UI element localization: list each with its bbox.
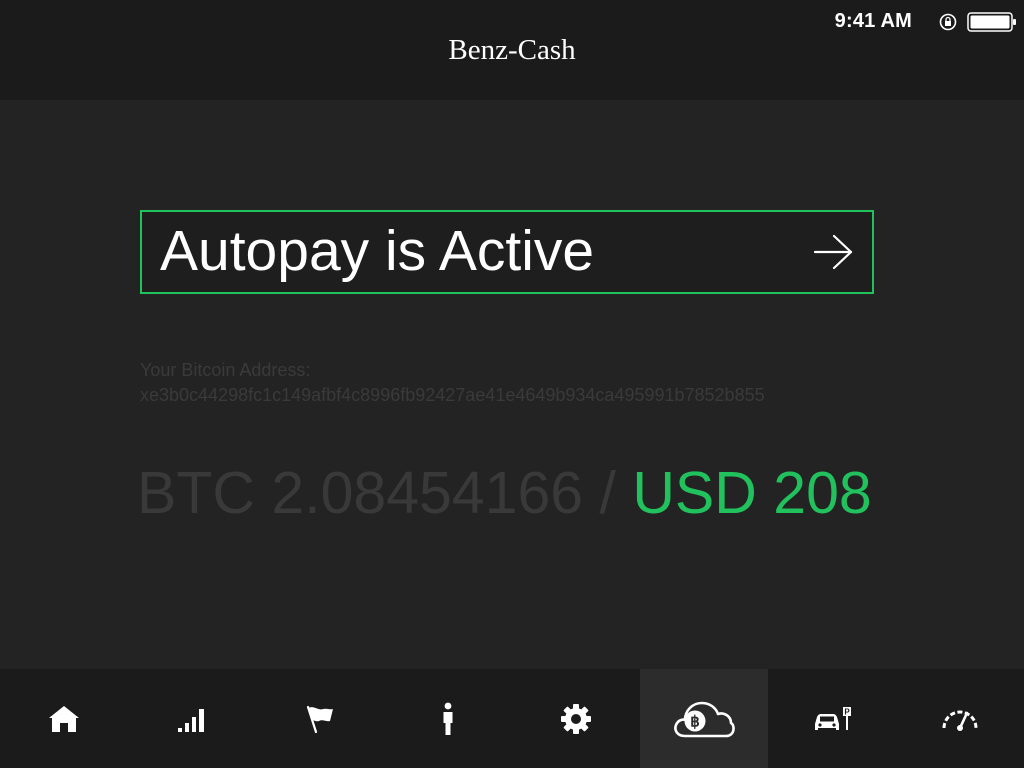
autopay-label: Autopay is Active — [160, 219, 595, 283]
balance-separator: / — [599, 460, 633, 526]
bottom-nav: ฿ P — [0, 669, 1024, 768]
gear-icon — [561, 703, 591, 734]
signal-icon — [178, 708, 204, 732]
nav-item-settings[interactable] — [512, 669, 640, 768]
home-icon — [49, 705, 79, 732]
app-screen: Benz-Cash 9:41 AM Autopay is Active Your… — [0, 0, 1024, 768]
nav-item-home[interactable] — [0, 669, 128, 768]
arrow-right-icon — [813, 234, 853, 270]
app-title: Benz-Cash — [448, 34, 576, 66]
bitcoin-cloud-icon: ฿ — [674, 701, 735, 737]
flag-icon — [306, 705, 333, 733]
bitcoin-address-value: xe3b0c44298fc1c149afbf4c8996fb92427ae41e… — [140, 385, 765, 405]
balance-display: BTC 2.08454166 / USD 208 — [137, 458, 872, 528]
rotation-lock-icon — [939, 13, 957, 31]
nav-item-signal[interactable] — [128, 669, 256, 768]
nav-item-parking[interactable]: P — [768, 669, 896, 768]
car-parking-icon: P — [815, 706, 851, 730]
status-time: 9:41 AM — [834, 10, 912, 32]
svg-text:฿: ฿ — [690, 713, 700, 730]
bitcoin-address-label: Your Bitcoin Address: — [140, 360, 311, 380]
usd-amount: USD 208 — [632, 460, 872, 526]
nav-item-person[interactable] — [384, 669, 512, 768]
btc-amount: BTC 2.08454166 — [137, 460, 584, 526]
nav-item-flag[interactable] — [256, 669, 384, 768]
person-icon — [443, 702, 453, 735]
nav-item-speedometer[interactable] — [896, 669, 1024, 768]
autopay-status-button[interactable]: Autopay is Active — [140, 210, 874, 294]
battery-icon — [967, 12, 1016, 32]
header-bar: Benz-Cash 9:41 AM — [0, 0, 1024, 100]
nav-item-bitcoin-cloud[interactable]: ฿ — [640, 669, 768, 768]
speedometer-icon — [942, 710, 978, 731]
svg-text:P: P — [844, 707, 850, 716]
